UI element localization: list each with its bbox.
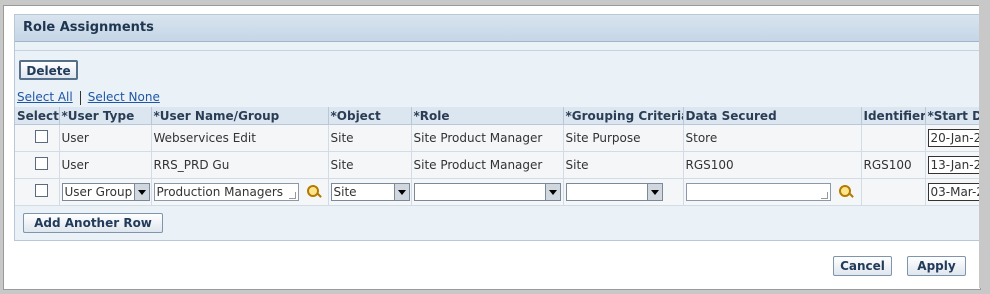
user-type-select[interactable]: User Group	[61, 183, 150, 201]
object-cell: Site	[328, 178, 412, 206]
selection-links: Select All Select None	[17, 90, 160, 105]
object-select[interactable]: Site	[330, 183, 410, 201]
grouping-cell: Site	[563, 151, 684, 179]
row-select-checkbox[interactable]	[35, 184, 48, 197]
data-secured-cell: Store	[683, 124, 862, 152]
select-all-link[interactable]: Select All	[17, 90, 73, 104]
select-cell	[15, 178, 60, 206]
data-secured-input[interactable]	[685, 183, 831, 201]
select-cell	[15, 151, 60, 179]
role-cell: Site Product Manager	[411, 151, 564, 179]
start-date-input[interactable]: 13-Jan-2	[927, 156, 980, 174]
data-secured-cell: RGS100	[683, 151, 862, 179]
search-icon[interactable]	[306, 185, 322, 199]
role-select[interactable]	[413, 183, 561, 201]
data-secured-cell	[683, 178, 862, 206]
window-edge	[979, 5, 990, 288]
chevron-down-icon	[646, 184, 662, 200]
user-name-cell: RRS_PRD Gu	[151, 151, 329, 179]
table-row: User Webservices Edit Site Site Product …	[15, 124, 980, 152]
add-another-row-button[interactable]: Add Another Row	[23, 213, 163, 233]
cancel-button[interactable]: Cancel	[833, 256, 892, 276]
chevron-down-icon	[133, 184, 149, 200]
identifier-cell	[861, 178, 926, 206]
role-assignments-panel: Role Assignments Delete Select All Select…	[3, 5, 981, 290]
select-none-link[interactable]: Select None	[88, 90, 160, 104]
region-title: Role Assignments	[23, 20, 154, 35]
select-cell	[15, 124, 60, 152]
start-date-cell: 20-Jan-2	[925, 124, 980, 152]
user-name-input[interactable]: Production Managers	[153, 183, 299, 201]
table-row: User RRS_PRD Gu Site Site Product Manage…	[15, 151, 980, 179]
divider	[15, 50, 980, 51]
start-date-input[interactable]: 20-Jan-2	[927, 129, 980, 147]
region-header: Role Assignments	[15, 15, 980, 42]
apply-button[interactable]: Apply	[907, 256, 966, 276]
start-date-input[interactable]: 03-Mar-2	[927, 183, 980, 201]
user-type-cell: User	[59, 151, 152, 179]
role-assignments-table: Select *User Type *User Name/Group *Obje…	[15, 107, 980, 206]
identifier-cell: RGS100	[861, 151, 926, 179]
row-select-checkbox[interactable]	[35, 157, 48, 170]
role-cell	[411, 178, 564, 206]
column-header-select: Select	[15, 107, 60, 125]
start-date-cell: 03-Mar-2	[925, 178, 980, 206]
start-date-cell: 13-Jan-2	[925, 151, 980, 179]
column-header-identifier: Identifier	[861, 107, 926, 125]
user-name-cell: Webservices Edit	[151, 124, 329, 152]
grouping-criteria-select[interactable]	[565, 183, 663, 201]
delete-button[interactable]: Delete	[19, 60, 78, 80]
row-select-checkbox[interactable]	[35, 130, 48, 143]
object-cell: Site	[328, 151, 412, 179]
column-header-role: *Role	[411, 107, 564, 125]
divider	[79, 90, 81, 105]
column-header-data-secured: Data Secured	[683, 107, 862, 125]
table-header-row: Select *User Type *User Name/Group *Obje…	[15, 107, 980, 125]
identifier-cell	[861, 124, 926, 152]
resize-grip-icon	[288, 192, 296, 199]
search-icon[interactable]	[838, 185, 854, 199]
grouping-cell	[563, 178, 684, 206]
grouping-cell: Site Purpose	[563, 124, 684, 152]
user-name-cell: Production Managers	[151, 178, 329, 206]
role-assignments-region: Role Assignments Delete Select All Select…	[14, 14, 980, 241]
column-header-user-name: *User Name/Group	[151, 107, 329, 125]
new-table-row: User Group Production Managers Site 03-M…	[15, 178, 980, 206]
user-type-cell: User Group	[59, 178, 152, 206]
resize-grip-icon	[820, 192, 828, 199]
column-header-start-date: *Start D	[925, 107, 980, 125]
role-cell: Site Product Manager	[411, 124, 564, 152]
column-header-user-type: *User Type	[59, 107, 152, 125]
user-type-cell: User	[59, 124, 152, 152]
chevron-down-icon	[393, 184, 409, 200]
object-cell: Site	[328, 124, 412, 152]
column-header-grouping: *Grouping Criteria	[563, 107, 684, 125]
chevron-down-icon	[544, 184, 560, 200]
column-header-object: *Object	[328, 107, 412, 125]
